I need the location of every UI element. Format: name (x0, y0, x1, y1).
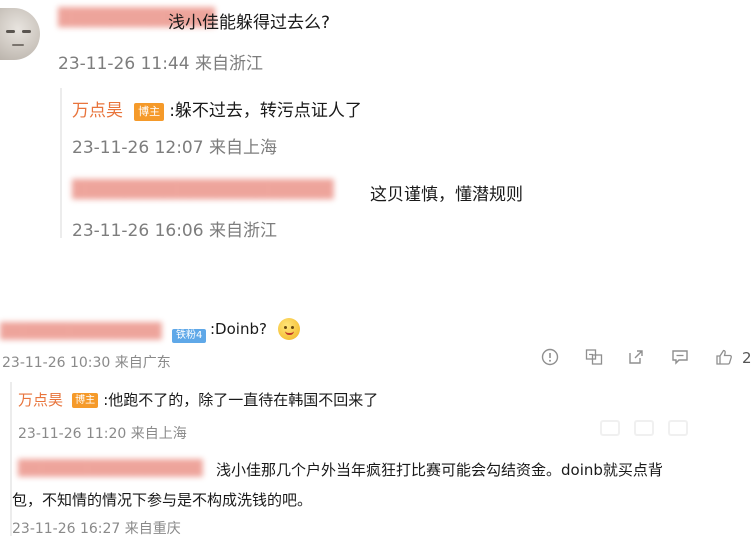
avatar-mouth (12, 44, 24, 46)
reply-author[interactable]: 万点昊 (72, 101, 123, 121)
reply-text-line2: 包，不知情的情况下参与是不构成洗钱的吧。 (12, 491, 313, 509)
blurred-reply-author[interactable]: ████████████████ (18, 459, 203, 477)
reply-text-line1: 浅小佳那几个户外当年疯狂打比赛可能会勾结资金。doinb就买点背 (216, 461, 663, 479)
smiley-emoji-icon (278, 318, 300, 340)
reply-author[interactable]: 万点昊 (18, 391, 63, 409)
fan-badge: 铁粉4 (172, 329, 207, 343)
comment-text: 浅小佳能躲得过去么? (168, 13, 331, 33)
avatar[interactable] (0, 8, 40, 60)
comment-actions: 2 (540, 348, 751, 370)
translate-icon[interactable] (584, 348, 604, 368)
blogger-badge: 博主 (134, 102, 165, 121)
blurred-reply-author[interactable]: ████████████████████ (72, 180, 333, 200)
reply-text: 这贝谨慎，懂潜规则 (370, 185, 523, 205)
reply-text: :躲不过去，转污点证人了 (169, 101, 362, 121)
comment-text: :Doinb? (210, 320, 267, 338)
reply-item: 万点昊 博主 :躲不过去，转污点证人了 (72, 96, 362, 121)
faded-action-icons (600, 420, 710, 440)
blogger-badge: 博主 (72, 393, 99, 408)
share-icon[interactable] (626, 348, 646, 368)
reply-meta: 23-11-26 16:27 来自重庆 (12, 521, 181, 536)
info-icon[interactable] (540, 348, 560, 368)
reply-text: :他跑不了的，除了一直待在韩国不回来了 (103, 391, 379, 409)
comment-icon[interactable] (670, 348, 690, 368)
avatar-eye (6, 30, 15, 33)
blurred-username[interactable]: ██████████████ (0, 322, 162, 340)
reply-meta: 23-11-26 16:06 来自浙江 (72, 221, 277, 241)
reply-thread-bar (10, 382, 12, 536)
like-count: 2 (742, 349, 751, 367)
reply-item: 万点昊 博主 :他跑不了的，除了一直待在韩国不回来了 (18, 389, 378, 410)
fan-badge-wrap: 铁粉4 (172, 323, 207, 343)
like-icon[interactable] (714, 348, 734, 368)
comment-meta: 23-11-26 10:30 来自广东 (2, 355, 171, 371)
avatar-eye (22, 30, 31, 33)
reply-meta: 23-11-26 11:20 来自上海 (18, 426, 187, 442)
reply-thread-bar (60, 88, 62, 238)
reply-meta: 23-11-26 12:07 来自上海 (72, 138, 277, 158)
comment-meta: 23-11-26 11:44 来自浙江 (58, 54, 263, 74)
